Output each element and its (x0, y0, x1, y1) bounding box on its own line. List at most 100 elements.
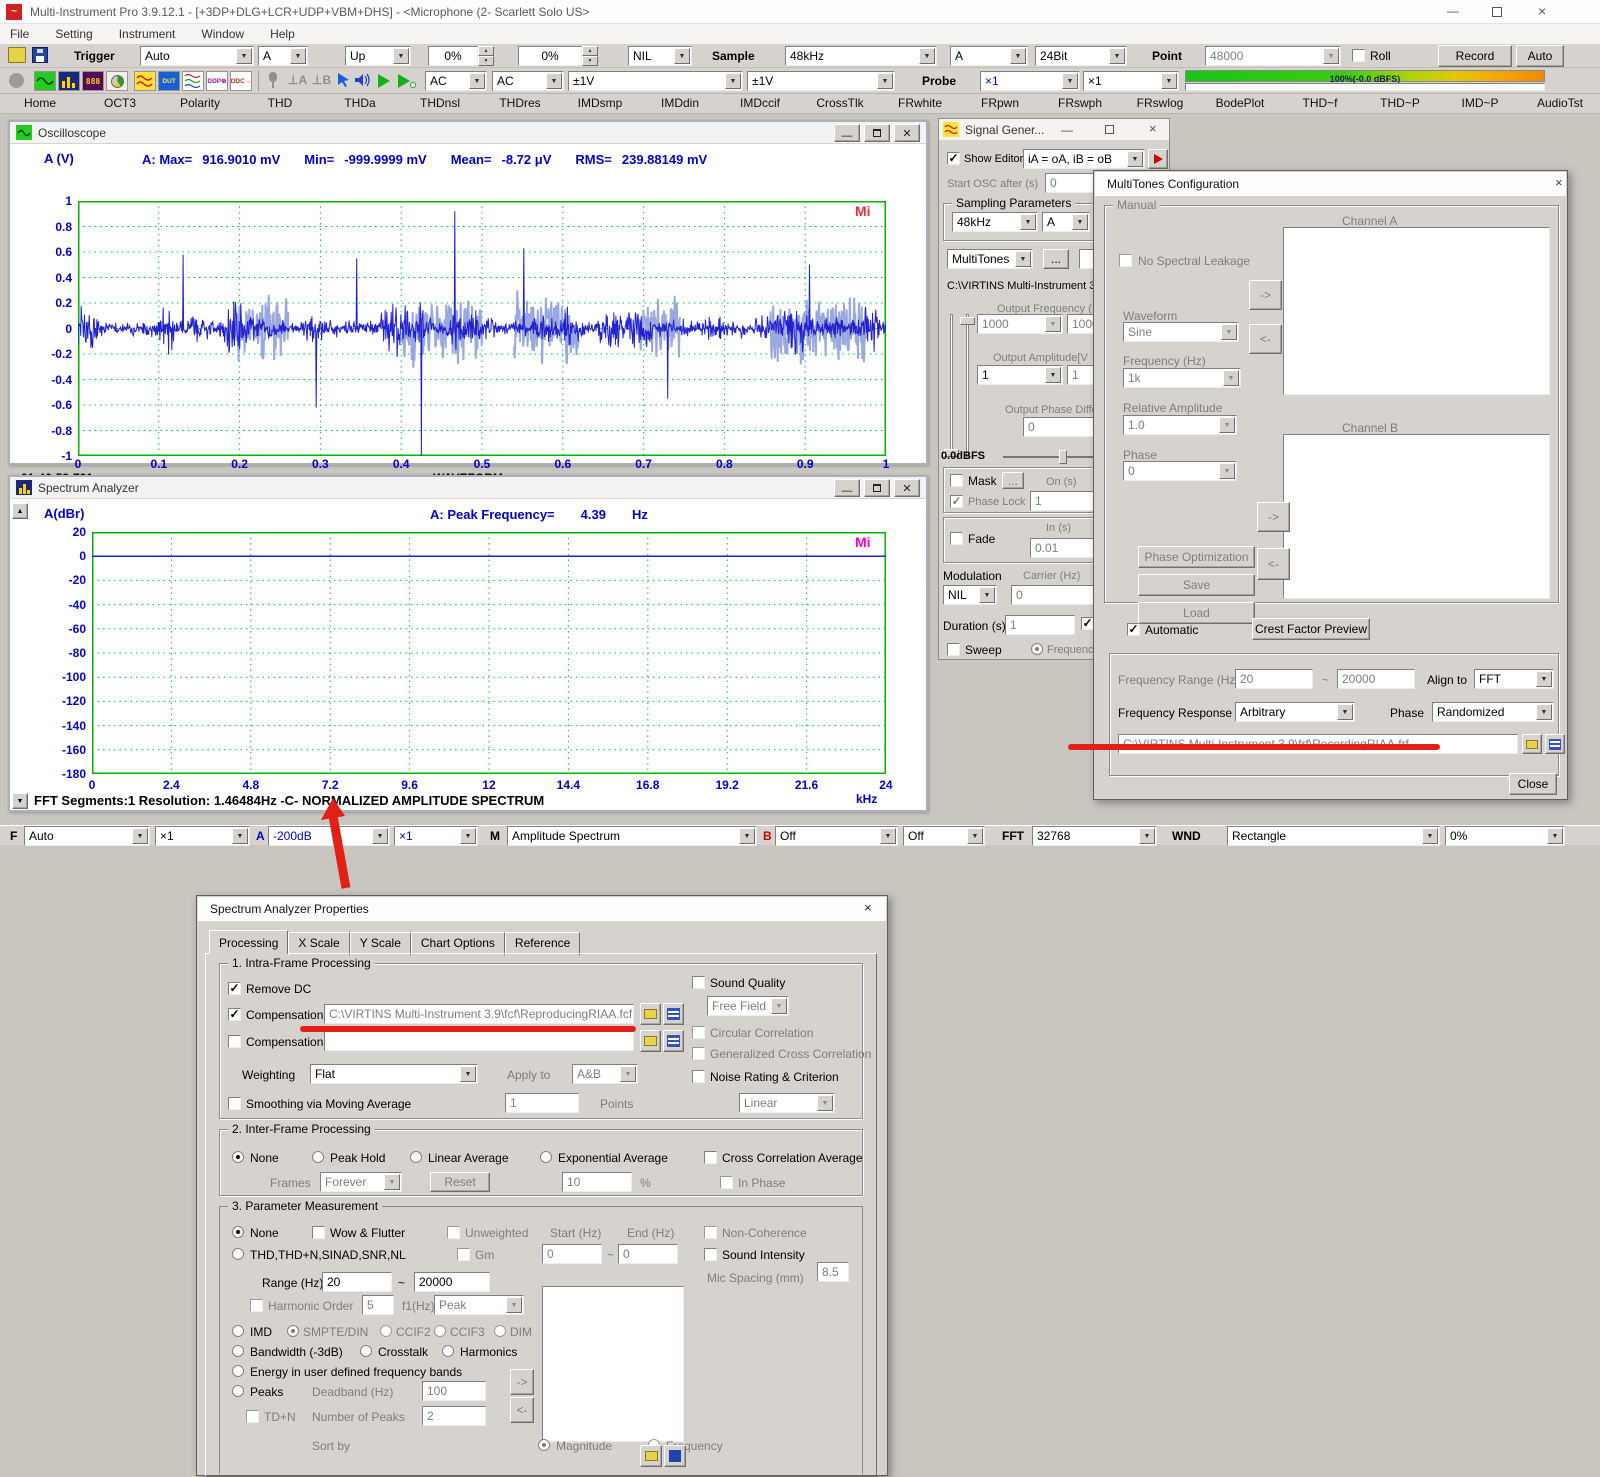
sound-quality-checkbox[interactable] (692, 976, 705, 989)
instrument-tab[interactable]: FRswph (1040, 94, 1120, 113)
sampling-rate-combo[interactable]: 48kHz▼ (785, 46, 937, 66)
menu-item[interactable]: Instrument (119, 27, 176, 41)
oscilloscope-titlebar[interactable]: Oscilloscope — ✕ (10, 122, 926, 144)
sweep-checkbox[interactable] (947, 643, 960, 656)
status-f-mult-combo[interactable]: ×1▼ (155, 826, 250, 846)
dbfs-slider-thumb[interactable] (1059, 450, 1067, 464)
instrument-tab[interactable]: OCT3 (80, 94, 160, 113)
peaks-radio[interactable] (232, 1385, 244, 1397)
trigger-delay-spinner[interactable]: ▲▼ (582, 46, 598, 66)
instrument-tab[interactable]: THD~P (1360, 94, 1440, 113)
instrument-tab[interactable]: Home (0, 94, 80, 113)
remove-dc-checkbox[interactable] (228, 982, 241, 995)
save-icon[interactable] (32, 47, 48, 63)
device-meter-icon[interactable] (106, 71, 128, 91)
phase2-combo[interactable]: Randomized▼ (1432, 702, 1554, 722)
crest-factor-button[interactable]: Crest Factor Preview (1252, 618, 1370, 640)
bandwidth-radio[interactable] (232, 1345, 244, 1357)
multi-trace-icon[interactable] (182, 71, 204, 91)
coupling-b-combo[interactable]: AC▼ (492, 71, 564, 91)
properties-tab[interactable]: Processing (209, 930, 288, 954)
frf-open-button[interactable] (1522, 734, 1542, 754)
minimize-icon[interactable]: — (1447, 4, 1459, 18)
record-dot-icon[interactable] (9, 73, 24, 88)
spectrum-footer-dropdown[interactable]: ▼ (12, 793, 28, 809)
close-button[interactable]: Close (1509, 773, 1557, 795)
range-b-combo[interactable]: ±1V▼ (747, 71, 895, 91)
bands-listbox[interactable] (542, 1286, 684, 1442)
comp2-open-button[interactable] (640, 1030, 661, 1052)
menu-item[interactable]: File (10, 27, 29, 41)
editor-mode-combo[interactable]: iA = oA, iB = oB▼ (1023, 149, 1145, 169)
mask-checkbox[interactable] (950, 474, 963, 487)
pointer-icon[interactable] (336, 72, 352, 91)
status-a-mult-combo[interactable]: ×1▼ (394, 826, 478, 846)
sound-intensity-checkbox[interactable] (704, 1248, 717, 1261)
menu-item[interactable]: Help (270, 27, 295, 41)
slider-b-thumb[interactable] (960, 317, 975, 325)
param-none-radio[interactable] (232, 1226, 244, 1238)
oscilloscope-icon[interactable] (34, 71, 56, 91)
weighting-combo[interactable]: Flat▼ (310, 1064, 478, 1084)
comp1-checkbox[interactable] (228, 1008, 241, 1021)
comp2-path-field[interactable] (324, 1031, 634, 1051)
harmonics-radio[interactable] (442, 1345, 454, 1357)
align-combo[interactable]: FFT▼ (1474, 669, 1554, 689)
trigger-level-spinner[interactable]: ▲▼ (478, 46, 494, 66)
instrument-tab[interactable]: IMD~P (1440, 94, 1520, 113)
siggen-run-button[interactable] (1148, 149, 1168, 169)
bands-open-button[interactable] (640, 1445, 662, 1467)
trigger-source-combo[interactable]: A▼ (258, 46, 308, 66)
cca-checkbox[interactable] (704, 1151, 717, 1164)
ddc-icon[interactable]: DDC→ (230, 71, 252, 91)
range-a-combo[interactable]: ±1V▼ (568, 71, 743, 91)
instrument-tab[interactable]: THD~f (1280, 94, 1360, 113)
status-f-mode-combo[interactable]: Auto▼ (24, 826, 150, 846)
instrument-tab[interactable]: FRpwn (960, 94, 1040, 113)
comp1-open-button[interactable] (640, 1003, 661, 1025)
run-record-icon[interactable] (398, 74, 410, 88)
multimeter-icon[interactable]: 888 (82, 71, 104, 91)
trigger-delay-field[interactable]: 0% (518, 46, 582, 66)
energy-radio[interactable] (232, 1365, 244, 1377)
slider-a-track[interactable] (950, 314, 953, 457)
amp-a-combo[interactable]: 1▼ (977, 365, 1063, 385)
comp1-grid-button[interactable] (663, 1003, 684, 1025)
instrument-tab[interactable]: Polarity (160, 94, 240, 113)
run-icon[interactable] (378, 74, 390, 88)
status-overlap-combo[interactable]: 0%▼ (1445, 826, 1565, 846)
properties-close-icon[interactable]: × (864, 901, 872, 915)
crosstalk-radio[interactable] (360, 1345, 372, 1357)
instrument-tab[interactable]: IMDccif (720, 94, 800, 113)
range-hi-field[interactable]: 20000 (414, 1272, 490, 1292)
open-file-icon[interactable] (8, 47, 26, 63)
signal-generator-icon[interactable] (134, 71, 156, 91)
siggen-minimize-icon[interactable]: — (1061, 123, 1073, 137)
status-b2-combo[interactable]: Off▼ (903, 826, 985, 846)
thd-radio[interactable] (232, 1248, 244, 1260)
record-button[interactable]: Record (1438, 45, 1512, 67)
instrument-tab[interactable]: THDa (320, 94, 400, 113)
siggen-rate-combo[interactable]: 48kHz▼ (952, 212, 1038, 232)
show-editor-checkbox[interactable] (947, 152, 960, 165)
instrument-tab[interactable]: BodePlot (1200, 94, 1280, 113)
bit-depth-combo[interactable]: 24Bit▼ (1035, 46, 1127, 66)
linear-avg-radio[interactable] (410, 1151, 422, 1163)
instrument-tab[interactable]: FRwhite (880, 94, 960, 113)
oscilloscope-restore-button[interactable] (864, 124, 890, 142)
channel-b-listbox[interactable] (1283, 434, 1550, 599)
instrument-tab[interactable]: IMDdin (640, 94, 720, 113)
spectrum-close-button[interactable]: ✕ (894, 479, 920, 497)
instrument-tab[interactable]: CrossTlk (800, 94, 880, 113)
noise-rating-checkbox[interactable] (692, 1070, 705, 1083)
siggen-titlebar[interactable]: Signal Gener... — × (939, 119, 1169, 141)
roll-checkbox[interactable] (1352, 49, 1365, 62)
peak-hold-radio[interactable] (312, 1151, 324, 1163)
bands-save-button[interactable] (664, 1445, 686, 1467)
multitones-titlebar[interactable]: MultiTones Configuration × (1095, 172, 1566, 196)
siggen-maximize-icon[interactable] (1105, 125, 1114, 134)
spectrum-restore-button[interactable] (864, 479, 890, 497)
range-lo-field[interactable]: 20 (322, 1272, 392, 1292)
status-wnd-combo[interactable]: Rectangle▼ (1227, 826, 1440, 846)
spectrum-minimize-button[interactable]: — (834, 479, 860, 497)
